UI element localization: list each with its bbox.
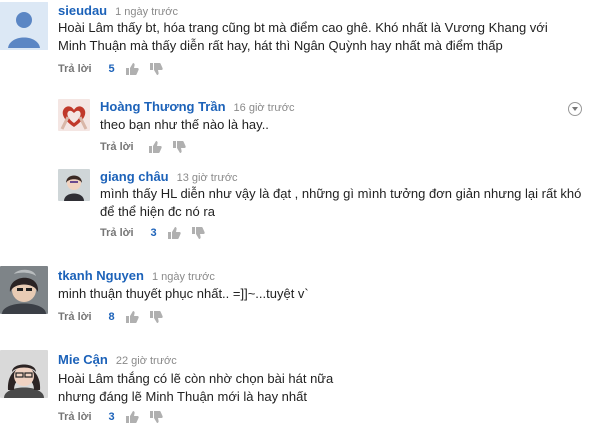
- comment-text-line: minh thuận thuyết phục nhất.. =]]~...tuy…: [58, 286, 309, 301]
- comment-author[interactable]: sieudau: [58, 3, 107, 18]
- comment-mie-can: Mie Cận 22 giờ trước Hoài Lâm thắng có lẽ…: [0, 350, 597, 428]
- avatar-photo-icon[interactable]: [58, 169, 90, 201]
- thumbs-down-icon[interactable]: [149, 310, 163, 324]
- comment-text-line: Hoài Lâm thấy bt, hóa trang cũng bt mà đ…: [58, 20, 548, 35]
- reply-button[interactable]: Trả lời: [58, 311, 92, 323]
- reply-button[interactable]: Trả lời: [58, 63, 92, 75]
- reply-giang-chau: giang châu 13 giờ trước mình thấy HL diễn…: [58, 166, 597, 244]
- comment-time[interactable]: 13 giờ trước: [177, 172, 238, 184]
- comment-text: minh thuận thuyết phục nhất.. =]]~...tuy…: [58, 285, 309, 303]
- thumbs-up-icon[interactable]: [167, 226, 181, 240]
- thumbs-up-icon[interactable]: [148, 140, 162, 154]
- comment-author[interactable]: tkanh Nguyen: [58, 268, 144, 283]
- thumbs-down-icon[interactable]: [172, 140, 186, 154]
- comment-text-line: mình thấy HL diễn như vậy là đạt , những…: [100, 186, 582, 201]
- reply-button[interactable]: Trả lời: [58, 411, 92, 423]
- avatar-photo-icon[interactable]: [0, 266, 48, 314]
- like-count: 8: [108, 311, 115, 323]
- comment-text-line: nhưng đáng lẽ Minh Thuận mới là hay nhất: [58, 389, 307, 404]
- comment-time[interactable]: 1 ngày trước: [152, 271, 215, 283]
- comment-time[interactable]: 1 ngày trước: [115, 6, 178, 18]
- thumbs-down-icon[interactable]: [191, 226, 205, 240]
- comment-sieudau: sieudau 1 ngày trước Hoài Lâm thấy bt, hó…: [0, 0, 597, 82]
- comment-text: Hoài Lâm thấy bt, hóa trang cũng bt mà đ…: [58, 19, 548, 55]
- like-count: 5: [108, 63, 115, 75]
- like-count: 3: [150, 227, 157, 239]
- thumbs-down-icon[interactable]: [149, 410, 163, 424]
- comment-text-line: Minh Thuận mà thấy diễn rất hay, hát thì…: [58, 38, 503, 53]
- comment-text: theo bạn như thế nào là hay..: [100, 116, 269, 134]
- comment-tkanh-nguyen: tkanh Nguyen 1 ngày trước minh thuận thuy…: [0, 266, 597, 328]
- thumbs-down-icon[interactable]: [149, 62, 163, 76]
- reply-button[interactable]: Trả lời: [100, 141, 134, 153]
- comment-text-line: Hoài Lâm thắng có lẽ còn nhờ chọn bài há…: [58, 371, 334, 386]
- comment-menu-chevron-icon[interactable]: [568, 102, 582, 116]
- comment-time[interactable]: 16 giờ trước: [234, 102, 295, 114]
- reply-button[interactable]: Trả lời: [100, 227, 134, 239]
- thumbs-up-icon[interactable]: [125, 310, 139, 324]
- comment-text-line: để thể hiện đc nó ra: [100, 204, 215, 219]
- comment-text-line: theo bạn như thế nào là hay..: [100, 117, 269, 132]
- avatar-photo-icon[interactable]: [0, 350, 48, 398]
- comment-text: Hoài Lâm thắng có lẽ còn nhờ chọn bài há…: [58, 370, 333, 406]
- reply-hoang-thuong-tran: Hoàng Thương Trần 16 giờ trước theo bạn n…: [58, 96, 597, 158]
- comment-time[interactable]: 22 giờ trước: [116, 355, 177, 367]
- comment-text: mình thấy HL diễn như vậy là đạt , những…: [100, 185, 581, 221]
- comment-author[interactable]: Mie Cận: [58, 352, 108, 367]
- like-count: 3: [108, 411, 115, 423]
- thumbs-up-icon[interactable]: [125, 410, 139, 424]
- comment-author[interactable]: Hoàng Thương Trần: [100, 99, 226, 114]
- avatar-heart-hands-icon[interactable]: [58, 99, 90, 131]
- avatar-default-icon[interactable]: [0, 2, 48, 50]
- comment-author[interactable]: giang châu: [100, 169, 169, 184]
- thumbs-up-icon[interactable]: [125, 62, 139, 76]
